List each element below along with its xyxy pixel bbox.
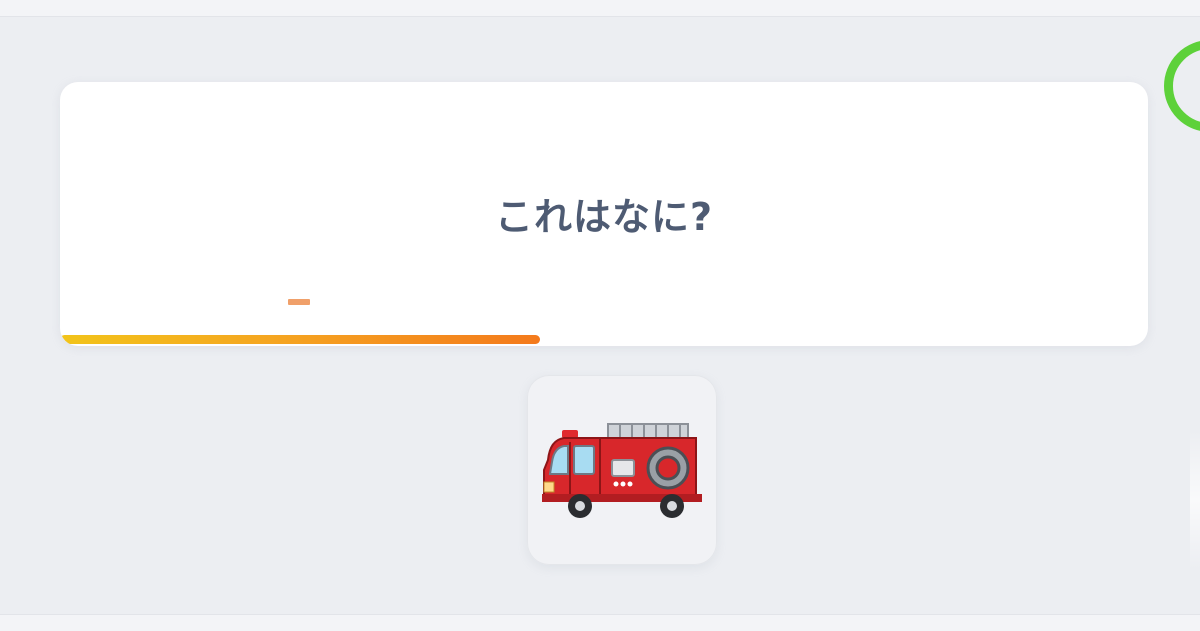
progress-marker (288, 299, 310, 305)
timer-ring (1164, 40, 1200, 132)
progress-bar (60, 335, 1148, 346)
answer-option-fire-truck[interactable] (527, 375, 717, 565)
bottom-bar (0, 614, 1200, 631)
progress-fill (60, 335, 540, 344)
fire-truck-icon (542, 423, 702, 518)
side-glint (1190, 430, 1200, 570)
question-text: これはなに? (494, 195, 714, 239)
question-card: これはなに? (60, 82, 1148, 346)
top-bar (0, 0, 1200, 17)
